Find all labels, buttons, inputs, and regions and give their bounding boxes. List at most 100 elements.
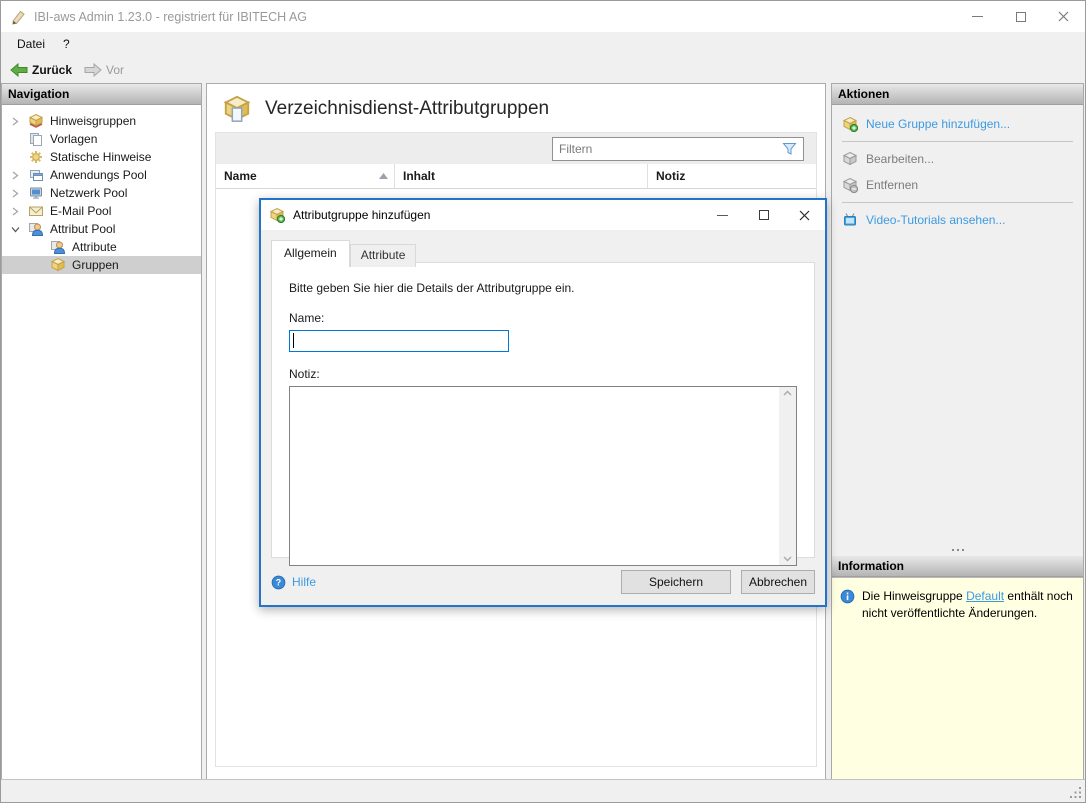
app-logo-icon	[12, 10, 25, 24]
attribute-groups-box-page-icon	[223, 95, 251, 122]
chevron-right-icon	[12, 206, 19, 216]
close-icon	[1058, 11, 1069, 22]
page-header: Verzeichnisdienst-Attributgruppen	[207, 84, 825, 132]
sidebar-item-netzwerk-pool[interactable]: Netzwerk Pool	[2, 184, 201, 202]
status-bar	[1, 779, 1085, 802]
application-windows-icon	[30, 170, 43, 181]
separator	[842, 202, 1073, 203]
edit-box-gray-icon	[842, 151, 858, 166]
sidebar-item-attribut-pool[interactable]: Attribut Pool	[2, 220, 201, 238]
help-link[interactable]: ? Hilfe	[271, 575, 316, 590]
network-monitor-icon	[30, 187, 42, 199]
sidebar-item-gruppen[interactable]: Gruppen	[2, 256, 201, 274]
add-group-box-plus-icon	[269, 207, 285, 223]
toolbar: Zurück Vor	[1, 56, 1085, 83]
separator	[842, 141, 1073, 142]
filter-input-box	[552, 137, 804, 161]
column-header-name[interactable]: Name	[216, 164, 394, 188]
notiz-field-box	[289, 386, 797, 566]
navigation-tree: Hinweisgruppen Vorlagen Statische Hinwei…	[2, 105, 201, 274]
action-remove: Entfernen	[832, 172, 1083, 198]
chevron-right-icon	[12, 170, 19, 180]
tab-allgemein[interactable]: Allgemein	[271, 240, 350, 267]
name-field[interactable]	[289, 330, 509, 352]
tab-attribute[interactable]: Attribute	[349, 244, 417, 267]
dialog-instruction: Bitte geben Sie hier die Details der Att…	[289, 281, 575, 295]
action-edit: Bearbeiten...	[832, 146, 1083, 172]
information-message: Die Hinweisgruppe Default enthält noch n…	[862, 589, 1073, 621]
column-header-notiz[interactable]: Notiz	[647, 164, 816, 188]
filter-input[interactable]	[553, 142, 782, 156]
notice-group-box-icon	[28, 113, 44, 128]
information-header: Information	[832, 556, 1083, 577]
dialog-close-button[interactable]	[784, 200, 825, 230]
chevron-down-icon	[11, 226, 20, 232]
menu-bar: Datei ?	[1, 32, 1085, 56]
app-window: IBI-aws Admin 1.23.0 - registriert für I…	[0, 0, 1086, 803]
sidebar-item-statische-hinweise[interactable]: Statische Hinweise	[2, 148, 201, 166]
navigation-panel: Navigation Hinweisgruppen Vorlagen Stati…	[1, 83, 202, 780]
text-caret	[293, 333, 294, 348]
dialog-body: Allgemein Attribute Bitte geben Sie hier…	[261, 230, 825, 605]
attribute-person-icon	[29, 223, 44, 236]
maximize-icon	[758, 210, 769, 220]
minimize-icon	[972, 16, 983, 17]
close-icon	[799, 210, 810, 220]
forward-arrow-icon	[84, 62, 102, 77]
actions-header: Aktionen	[832, 84, 1083, 105]
tab-page-allgemein: Bitte geben Sie hier die Details der Att…	[271, 262, 815, 566]
filter-icon[interactable]	[782, 142, 797, 156]
menu-help[interactable]: ?	[54, 33, 79, 55]
dialog-maximize-button[interactable]	[743, 200, 784, 230]
maximize-icon	[1015, 11, 1026, 22]
forward-button: Vor	[80, 61, 128, 79]
navigation-header: Navigation	[2, 84, 201, 105]
cancel-button[interactable]: Abbrechen	[741, 570, 815, 594]
minimize-icon	[717, 214, 728, 216]
remove-box-minus-icon	[842, 177, 858, 193]
menu-datei[interactable]: Datei	[8, 33, 54, 55]
video-tv-icon	[844, 213, 856, 226]
dialog-footer: ? Hilfe Speichern Abbrechen	[271, 569, 815, 595]
static-notices-gear-icon	[30, 151, 42, 163]
information-panel: Die Hinweisgruppe Default enthält noch n…	[832, 577, 1083, 779]
sidebar-item-anwendungs-pool[interactable]: Anwendungs Pool	[2, 166, 201, 184]
sidebar-item-email-pool[interactable]: E-Mail Pool	[2, 202, 201, 220]
default-group-link[interactable]: Default	[966, 589, 1004, 603]
dialog-title: Attributgruppe hinzufügen	[293, 208, 431, 222]
maximize-button[interactable]	[999, 1, 1042, 32]
panel-splitter[interactable]	[832, 544, 1083, 556]
back-button[interactable]: Zurück	[6, 61, 76, 79]
action-add-group[interactable]: Neue Gruppe hinzufügen...	[832, 111, 1083, 137]
info-icon	[840, 589, 855, 604]
window-title: IBI-aws Admin 1.23.0 - registriert für I…	[34, 9, 308, 24]
dialog-tabs: Allgemein Attribute	[271, 240, 417, 267]
resize-grip[interactable]	[1069, 786, 1082, 799]
save-button[interactable]: Speichern	[621, 570, 731, 594]
scroll-down-icon[interactable]	[783, 556, 792, 562]
action-video-tutorials[interactable]: Video-Tutorials ansehen...	[832, 207, 1083, 233]
title-bar: IBI-aws Admin 1.23.0 - registriert für I…	[1, 1, 1085, 32]
sidebar-item-vorlagen[interactable]: Vorlagen	[2, 130, 201, 148]
svg-text:?: ?	[276, 577, 281, 587]
notiz-scrollbar[interactable]	[779, 387, 796, 565]
page-title: Verzeichnisdienst-Attributgruppen	[265, 98, 550, 119]
help-icon: ?	[271, 575, 286, 589]
sidebar-item-attribute[interactable]: Attribute	[2, 238, 201, 256]
right-sidebar: Aktionen Neue Gruppe hinzufügen... Bearb…	[831, 83, 1084, 780]
chevron-right-icon	[12, 116, 19, 126]
sidebar-item-hinweisgruppen[interactable]: Hinweisgruppen	[2, 112, 201, 130]
column-header-inhalt[interactable]: Inhalt	[394, 164, 647, 188]
chevron-right-icon	[12, 188, 19, 198]
name-label: Name:	[289, 311, 325, 325]
notiz-field[interactable]	[290, 387, 779, 565]
minimize-button[interactable]	[956, 1, 999, 32]
name-field-wrap	[289, 330, 509, 352]
scroll-up-icon[interactable]	[783, 390, 792, 396]
close-button[interactable]	[1042, 1, 1085, 32]
group-box-icon	[50, 257, 66, 272]
sidebar-filler	[832, 237, 1083, 544]
dialog-minimize-button[interactable]	[702, 200, 743, 230]
add-group-box-plus-icon	[842, 116, 858, 132]
dialog-title-bar: Attributgruppe hinzufügen	[261, 200, 825, 230]
